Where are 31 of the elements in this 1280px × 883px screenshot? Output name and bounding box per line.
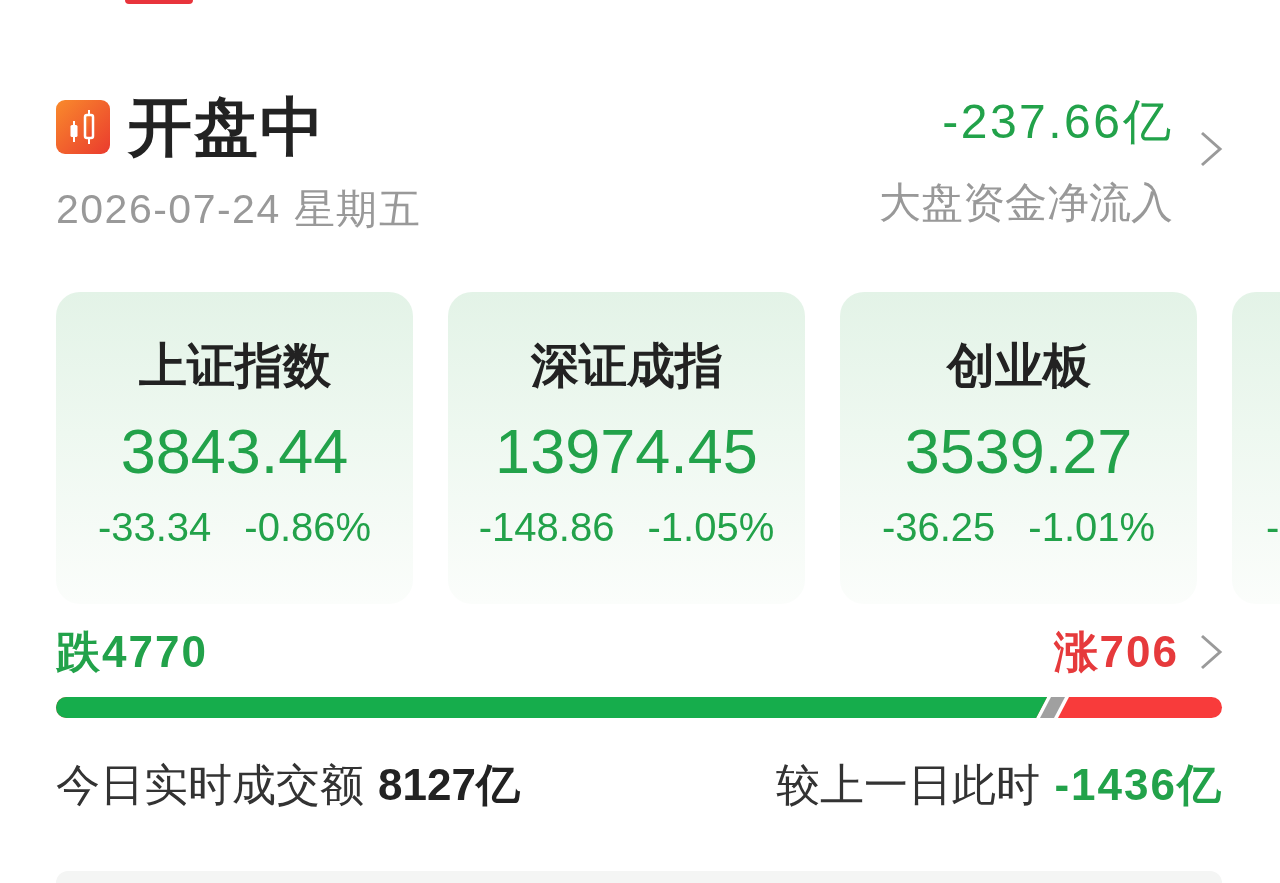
index-change: -148.86 — [478, 504, 615, 551]
status-title: 开盘中 — [128, 93, 326, 161]
index-name: 深证成指 — [530, 338, 723, 394]
slash-icon — [1036, 697, 1070, 718]
index-change-percent: -0.86% — [244, 504, 372, 551]
net-inflow-label: 大盘资金净流入 — [879, 178, 1173, 227]
index-value: 3539.27 — [904, 415, 1133, 488]
index-name: 上证指数 — [138, 338, 331, 394]
index-value: 13974.45 — [495, 415, 758, 488]
advancers-count: 涨706 — [1053, 627, 1179, 677]
index-change-percent: -1.01% — [1028, 504, 1156, 551]
index-card[interactable]: 上证指数 3843.44 -33.34 -0.86% — [56, 292, 413, 604]
compare-label: 较上一日此时 — [776, 759, 1041, 811]
turnover-amount: 8127亿 — [378, 759, 520, 811]
tab-indicator — [125, 0, 193, 4]
index-change: -33.34 — [97, 504, 212, 551]
compare-amount: -1436亿 — [1054, 759, 1223, 811]
turnover-label: 今日实时成交额 — [56, 759, 364, 811]
index-value: 3843.44 — [120, 415, 349, 488]
index-card[interactable]: 创业板 3539.27 -36.25 -1.01% — [840, 292, 1197, 604]
decliners-count: 跌4770 — [56, 627, 208, 677]
date-text: 2026-07-24 星期五 — [56, 185, 422, 233]
chevron-icon[interactable] — [1200, 131, 1223, 167]
index-change-percent: -1.05% — [647, 504, 775, 551]
index-name: 创业板 — [946, 338, 1091, 394]
index-card[interactable]: 深证成指 13974.45 -148.86 -1.05% — [448, 292, 805, 604]
index-change: -36.25 — [881, 504, 996, 551]
index-change: - — [1266, 504, 1280, 551]
net-inflow-amount: -237.66亿 — [942, 95, 1173, 148]
chevron-icon[interactable] — [1200, 634, 1223, 670]
candlestick-icon — [56, 100, 110, 154]
